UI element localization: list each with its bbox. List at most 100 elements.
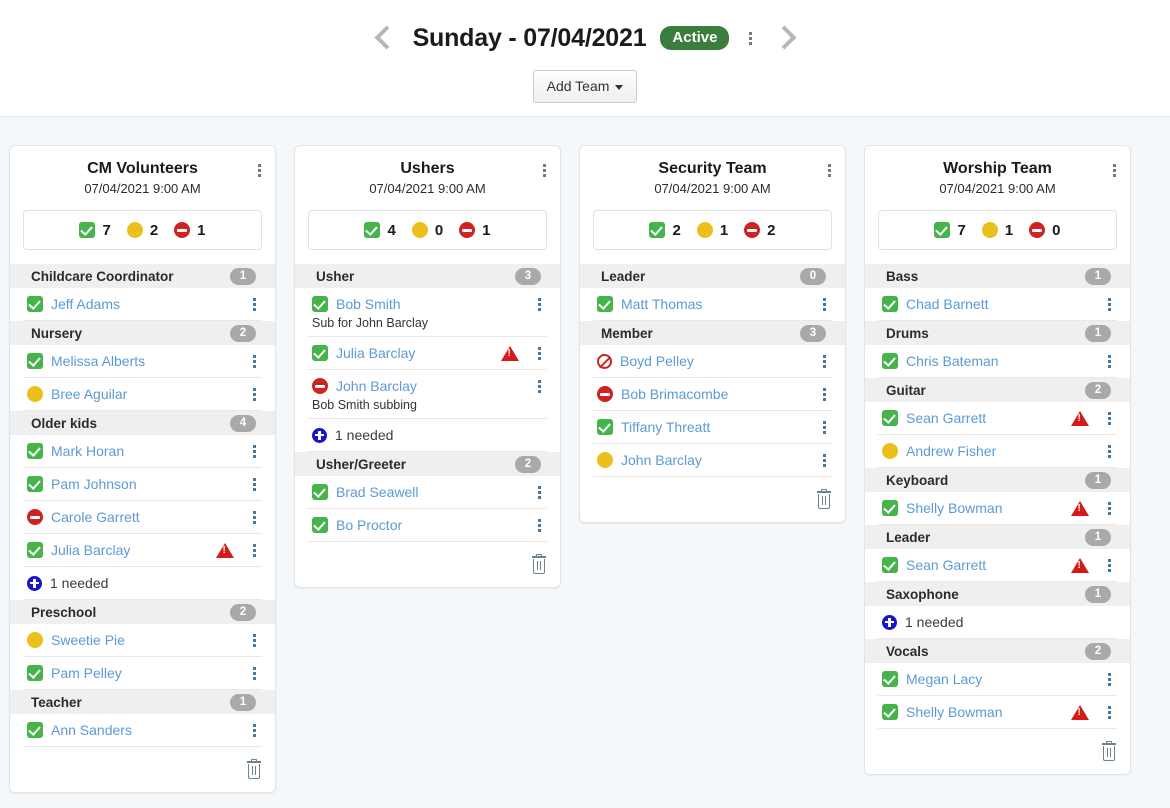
trash-icon[interactable] [246, 759, 262, 780]
member-kebab-menu-icon[interactable] [247, 477, 261, 491]
team-kebab-menu-icon[interactable] [537, 164, 551, 177]
position-group-name: Drums [886, 325, 929, 341]
member-name[interactable]: Sean Garrett [906, 410, 1062, 426]
position-group-count: 2 [1085, 381, 1111, 399]
needed-slot-row[interactable]: 1 needed [308, 419, 547, 451]
member-kebab-menu-icon[interactable] [247, 387, 261, 401]
member-kebab-menu-icon[interactable] [817, 453, 831, 467]
member-name[interactable]: Jeff Adams [51, 296, 207, 312]
member-name[interactable]: Julia Barclay [51, 542, 207, 558]
member-kebab-menu-icon[interactable] [532, 485, 546, 499]
member-row: Sean Garrett [878, 549, 1117, 581]
member-name[interactable]: Sean Garrett [906, 557, 1062, 573]
summary-item: 4 [364, 222, 396, 239]
member-name[interactable]: Julia Barclay [336, 345, 492, 361]
member-kebab-menu-icon[interactable] [247, 666, 261, 680]
position-group-count: 1 [230, 267, 256, 285]
member-kebab-menu-icon[interactable] [247, 297, 261, 311]
warning-slot [500, 345, 520, 361]
member-name[interactable]: Boyd Pelley [620, 353, 777, 369]
status-confirmed-icon [312, 484, 328, 500]
member-name[interactable]: Melissa Alberts [51, 353, 207, 369]
member-kebab-menu-icon[interactable] [247, 444, 261, 458]
member-name[interactable]: Chris Bateman [906, 353, 1062, 369]
position-group-name: Guitar [886, 382, 926, 398]
header-kebab-menu-icon[interactable] [743, 31, 757, 45]
member-kebab-menu-icon[interactable] [247, 543, 261, 557]
list-item: Sean Garrett [878, 549, 1117, 582]
member-name[interactable]: Mark Horan [51, 443, 207, 459]
add-team-button[interactable]: Add Team [532, 70, 638, 103]
member-name[interactable]: Andrew Fisher [906, 443, 1062, 459]
list-item: Andrew Fisher [878, 435, 1117, 468]
member-name[interactable]: Sweetie Pie [51, 632, 207, 648]
list-item: Julia Barclay [308, 337, 547, 370]
summary-item: 0 [1029, 222, 1061, 239]
member-name[interactable]: Ann Sanders [51, 722, 207, 738]
team-card: Ushers 07/04/2021 9:00 AM 4 0 1 Usher 3 Bob Smi… [294, 145, 561, 588]
position-group-header: Usher/Greeter 2 [295, 452, 560, 476]
list-item: Jeff Adams [23, 288, 262, 321]
member-name[interactable]: John Barclay [621, 452, 777, 468]
team-card: Worship Team 07/04/2021 9:00 AM 7 1 0 Bass 1 Ch… [864, 145, 1131, 775]
chevron-left-icon[interactable] [373, 23, 399, 53]
member-name[interactable]: Bree Aguilar [51, 386, 207, 402]
member-kebab-menu-icon[interactable] [1102, 354, 1116, 368]
member-kebab-menu-icon[interactable] [247, 633, 261, 647]
status-pending-icon [981, 222, 998, 238]
team-kebab-menu-icon[interactable] [822, 164, 836, 177]
member-kebab-menu-icon[interactable] [532, 379, 546, 393]
position-group-name: Usher/Greeter [316, 456, 407, 472]
member-name[interactable]: Pam Johnson [51, 476, 207, 492]
member-kebab-menu-icon[interactable] [1102, 297, 1116, 311]
status-pending-icon [411, 222, 428, 238]
member-kebab-menu-icon[interactable] [1102, 705, 1116, 719]
member-name[interactable]: John Barclay [336, 378, 492, 394]
team-kebab-menu-icon[interactable] [252, 164, 266, 177]
member-name[interactable]: Chad Barnett [906, 296, 1062, 312]
member-kebab-menu-icon[interactable] [247, 510, 261, 524]
member-name[interactable]: Matt Thomas [621, 296, 777, 312]
member-name[interactable]: Shelly Bowman [906, 704, 1062, 720]
summary-item: 2 [126, 222, 158, 239]
member-kebab-menu-icon[interactable] [532, 297, 546, 311]
member-kebab-menu-icon[interactable] [817, 420, 831, 434]
team-datetime: 07/04/2021 9:00 AM [369, 181, 486, 196]
needed-slot-row[interactable]: 1 needed [878, 606, 1117, 638]
add-person-icon [882, 614, 897, 630]
list-item: 1 needed [23, 567, 262, 600]
member-kebab-menu-icon[interactable] [1102, 558, 1116, 572]
member-kebab-menu-icon[interactable] [532, 518, 546, 532]
member-kebab-menu-icon[interactable] [247, 354, 261, 368]
member-name[interactable]: Bo Proctor [336, 517, 492, 533]
member-row: Pam Johnson [23, 468, 262, 500]
member-name[interactable]: Bob Brimacombe [621, 386, 777, 402]
needed-slot-row[interactable]: 1 needed [23, 567, 262, 599]
member-kebab-menu-icon[interactable] [817, 387, 831, 401]
member-kebab-menu-icon[interactable] [817, 297, 831, 311]
member-name[interactable]: Tiffany Threatt [621, 419, 777, 435]
member-kebab-menu-icon[interactable] [817, 354, 831, 368]
member-name[interactable]: Carole Garrett [51, 509, 207, 525]
team-kebab-menu-icon[interactable] [1107, 164, 1121, 177]
member-kebab-menu-icon[interactable] [1102, 501, 1116, 515]
member-kebab-menu-icon[interactable] [1102, 672, 1116, 686]
member-name[interactable]: Brad Seawell [336, 484, 492, 500]
status-confirmed-icon [27, 443, 43, 459]
member-row: Bree Aguilar [23, 378, 262, 410]
member-name[interactable]: Bob Smith [336, 296, 492, 312]
conflict-warning-icon [1071, 704, 1089, 720]
member-name[interactable]: Megan Lacy [906, 671, 1062, 687]
member-name[interactable]: Pam Pelley [51, 665, 207, 681]
trash-icon[interactable] [531, 554, 547, 575]
trash-icon[interactable] [816, 489, 832, 510]
trash-icon[interactable] [1101, 741, 1117, 762]
member-kebab-menu-icon[interactable] [532, 346, 546, 360]
list-item: Bob Brimacombe [593, 378, 832, 411]
member-kebab-menu-icon[interactable] [1102, 411, 1116, 425]
position-group-name: Preschool [31, 604, 97, 620]
member-kebab-menu-icon[interactable] [247, 723, 261, 737]
member-name[interactable]: Shelly Bowman [906, 500, 1062, 516]
chevron-right-icon[interactable] [771, 23, 797, 53]
member-kebab-menu-icon[interactable] [1102, 444, 1116, 458]
